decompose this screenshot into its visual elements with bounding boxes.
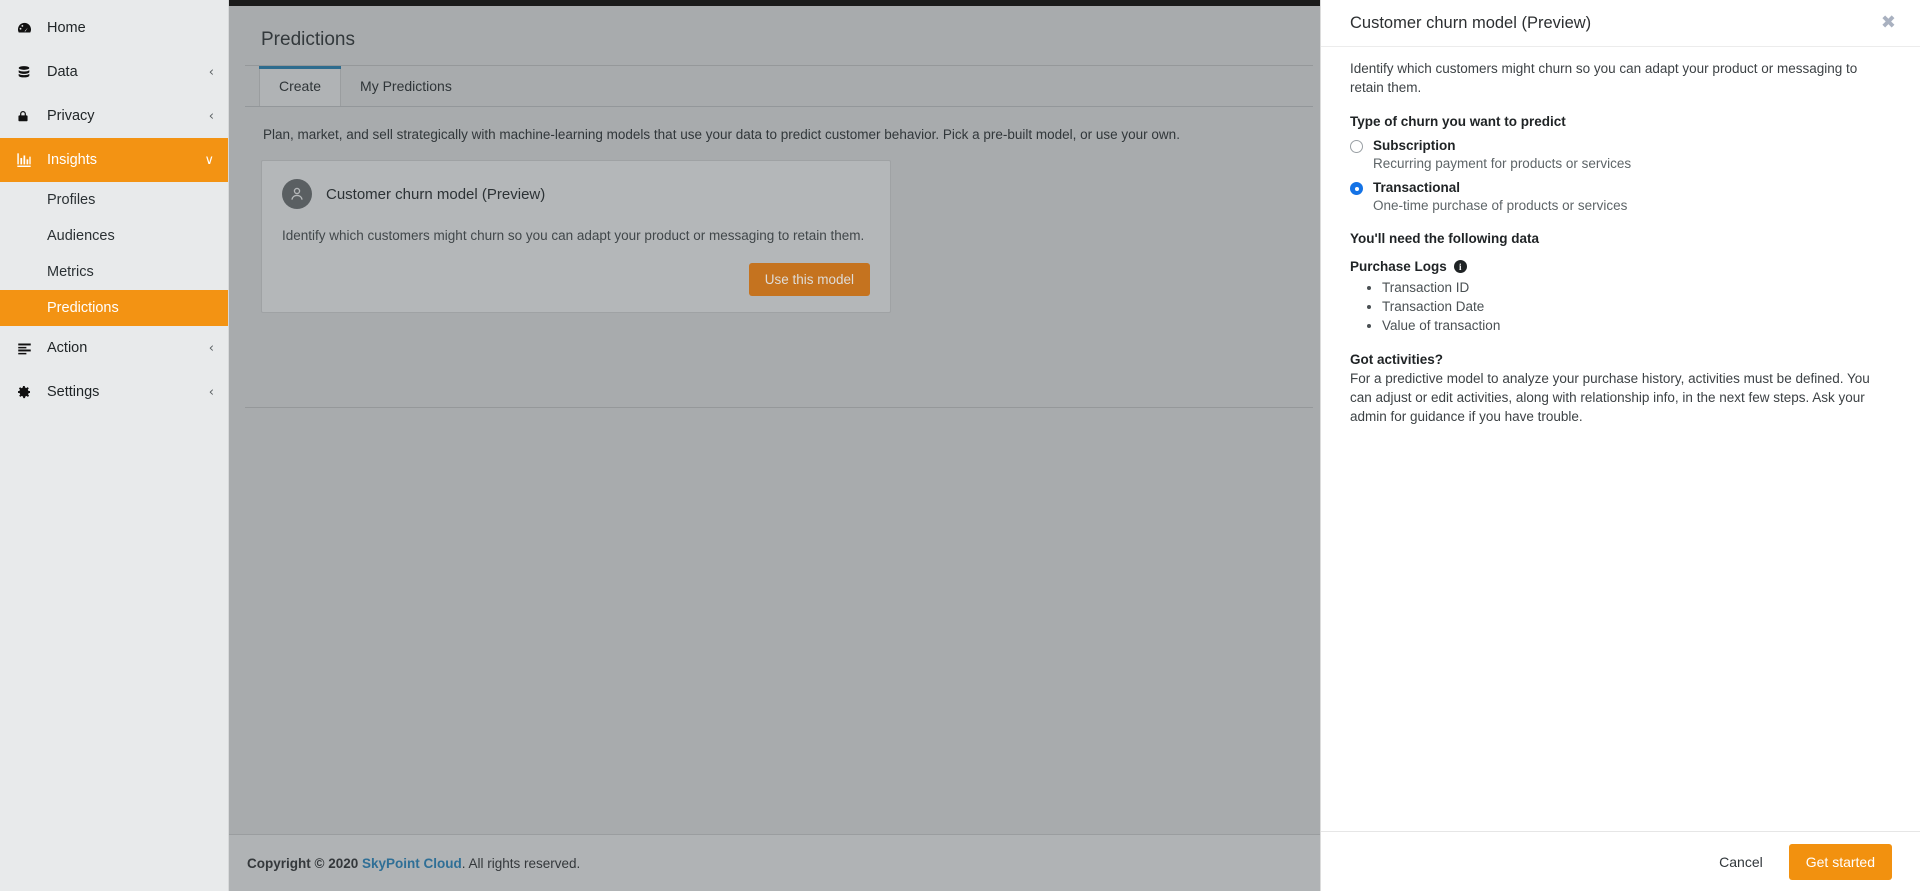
sidebar-item-home[interactable]: Home xyxy=(0,6,228,50)
data-list-item: Transaction Date xyxy=(1382,299,1891,316)
tab-create[interactable]: Create xyxy=(259,66,342,106)
dialog-body: Identify which customers might churn so … xyxy=(1321,47,1920,831)
intro-text: Plan, market, and sell strategically wit… xyxy=(263,127,1180,142)
info-icon[interactable]: i xyxy=(1453,260,1467,274)
model-card[interactable]: Customer churn model (Preview) Identify … xyxy=(261,160,891,313)
chevron-left-icon[interactable]: ‹ xyxy=(209,342,214,355)
list-icon xyxy=(16,339,38,357)
sidebar: Home Data ‹ Privacy ‹ Insights ∨ Profiles Audien… xyxy=(0,0,229,891)
gear-icon xyxy=(16,383,38,401)
dialog-header: Customer churn model (Preview) ✖ xyxy=(1321,0,1920,47)
dashboard-icon xyxy=(16,19,38,37)
data-list-item: Value of transaction xyxy=(1382,318,1891,335)
sidebar-item-settings[interactable]: Settings ‹ xyxy=(0,370,228,414)
sidebar-item-label: Settings xyxy=(47,384,100,400)
sidebar-nav-list: Home Data ‹ Privacy ‹ Insights ∨ Profiles Audien… xyxy=(0,6,228,414)
sidebar-item-privacy[interactable]: Privacy ‹ xyxy=(0,94,228,138)
sidebar-item-label: Home xyxy=(47,20,86,36)
sidebar-item-metrics[interactable]: Metrics xyxy=(0,254,228,290)
got-activities-heading: Got activities? xyxy=(1350,351,1444,367)
got-activities-text: For a predictive model to analyze your p… xyxy=(1350,370,1870,425)
get-started-button[interactable]: Get started xyxy=(1788,843,1892,880)
sidebar-item-label: Profiles xyxy=(47,192,96,208)
customer-churn-model-dialog: Customer churn model (Preview) ✖ Identif… xyxy=(1320,0,1920,891)
database-icon xyxy=(16,63,38,81)
app-root: Home Data ‹ Privacy ‹ Insights ∨ Profiles Audien… xyxy=(0,0,1920,891)
model-card-actions: Use this model xyxy=(282,263,870,296)
radio-option-subscription[interactable]: Subscription xyxy=(1350,138,1891,154)
page-header: Predictions xyxy=(245,14,1313,66)
sidebar-item-profiles[interactable]: Profiles xyxy=(0,182,228,218)
lock-icon xyxy=(16,107,38,125)
sidebar-item-label: Insights xyxy=(47,152,97,168)
close-icon[interactable]: ✖ xyxy=(1875,10,1902,36)
required-data-heading: You'll need the following data xyxy=(1350,231,1539,247)
dialog-title: Customer churn model (Preview) xyxy=(1350,13,1592,32)
page-title: Predictions xyxy=(261,28,355,50)
churn-type-radio-group: Subscription Recurring payment for produ… xyxy=(1350,138,1891,213)
copyright-text: Copyright © 2020 SkyPoint Cloud. All rig… xyxy=(247,856,580,871)
chevron-left-icon[interactable]: ‹ xyxy=(209,66,214,79)
churn-type-heading: Type of churn you want to predict xyxy=(1350,114,1566,130)
predictions-panel: Predictions Create My Predictions Plan, … xyxy=(245,14,1313,437)
use-this-model-button[interactable]: Use this model xyxy=(748,263,870,296)
radio-transactional-input[interactable] xyxy=(1350,182,1363,196)
data-list-item: Transaction ID xyxy=(1382,280,1891,297)
sidebar-item-label: Action xyxy=(47,340,88,356)
sidebar-item-label: Metrics xyxy=(47,264,94,280)
dialog-footer: Cancel Get started xyxy=(1321,831,1920,891)
cancel-button[interactable]: Cancel xyxy=(1707,846,1775,878)
panel-footer-strip xyxy=(245,407,1313,437)
sidebar-item-audiences[interactable]: Audiences xyxy=(0,218,228,254)
bar-chart-icon xyxy=(16,151,38,169)
radio-subscription-input[interactable] xyxy=(1350,140,1363,154)
tab-my-predictions[interactable]: My Predictions xyxy=(341,66,471,106)
chevron-left-icon[interactable]: ‹ xyxy=(209,386,214,399)
model-card-title: Customer churn model (Preview) xyxy=(326,185,546,203)
radio-transactional-label: Transactional xyxy=(1373,180,1461,196)
model-card-header: Customer churn model (Preview) xyxy=(282,179,870,209)
sidebar-item-label: Privacy xyxy=(47,108,95,124)
sidebar-item-action[interactable]: Action ‹ xyxy=(0,326,228,370)
panel-body: Plan, market, and sell strategically wit… xyxy=(245,107,1313,407)
sidebar-item-data[interactable]: Data ‹ xyxy=(0,50,228,94)
radio-transactional-description: One-time purchase of products or service… xyxy=(1373,198,1628,214)
radio-subscription-description: Recurring payment for products or servic… xyxy=(1373,156,1632,172)
tab-bar: Create My Predictions xyxy=(245,66,1313,107)
model-card-description: Identify which customers might churn so … xyxy=(282,228,865,243)
radio-option-transactional[interactable]: Transactional xyxy=(1350,180,1891,196)
radio-subscription-label: Subscription xyxy=(1373,138,1456,154)
tab-my-predictions-label: My Predictions xyxy=(360,78,452,94)
purchase-logs-label: Purchase Logs xyxy=(1350,259,1447,275)
tab-create-label: Create xyxy=(279,78,322,94)
purchase-logs-group: Purchase Logs i xyxy=(1350,259,1891,274)
sidebar-item-label: Audiences xyxy=(47,228,115,244)
copyright-suffix: . All rights reserved. xyxy=(461,855,581,871)
sidebar-item-label: Data xyxy=(47,64,78,80)
sidebar-item-insights[interactable]: Insights ∨ xyxy=(0,138,228,182)
required-data-list: Transaction ID Transaction Date Value of t… xyxy=(1368,280,1891,335)
chevron-left-icon[interactable]: ‹ xyxy=(209,110,214,123)
copyright-prefix: Copyright © 2020 xyxy=(247,855,362,871)
chevron-down-icon[interactable]: ∨ xyxy=(204,154,214,167)
sidebar-item-predictions[interactable]: Predictions xyxy=(0,290,228,326)
brand-link[interactable]: SkyPoint Cloud xyxy=(362,856,462,871)
sidebar-item-label: Predictions xyxy=(47,300,119,316)
user-avatar-icon xyxy=(282,179,312,209)
dialog-intro-text: Identify which customers might churn so … xyxy=(1350,61,1858,96)
